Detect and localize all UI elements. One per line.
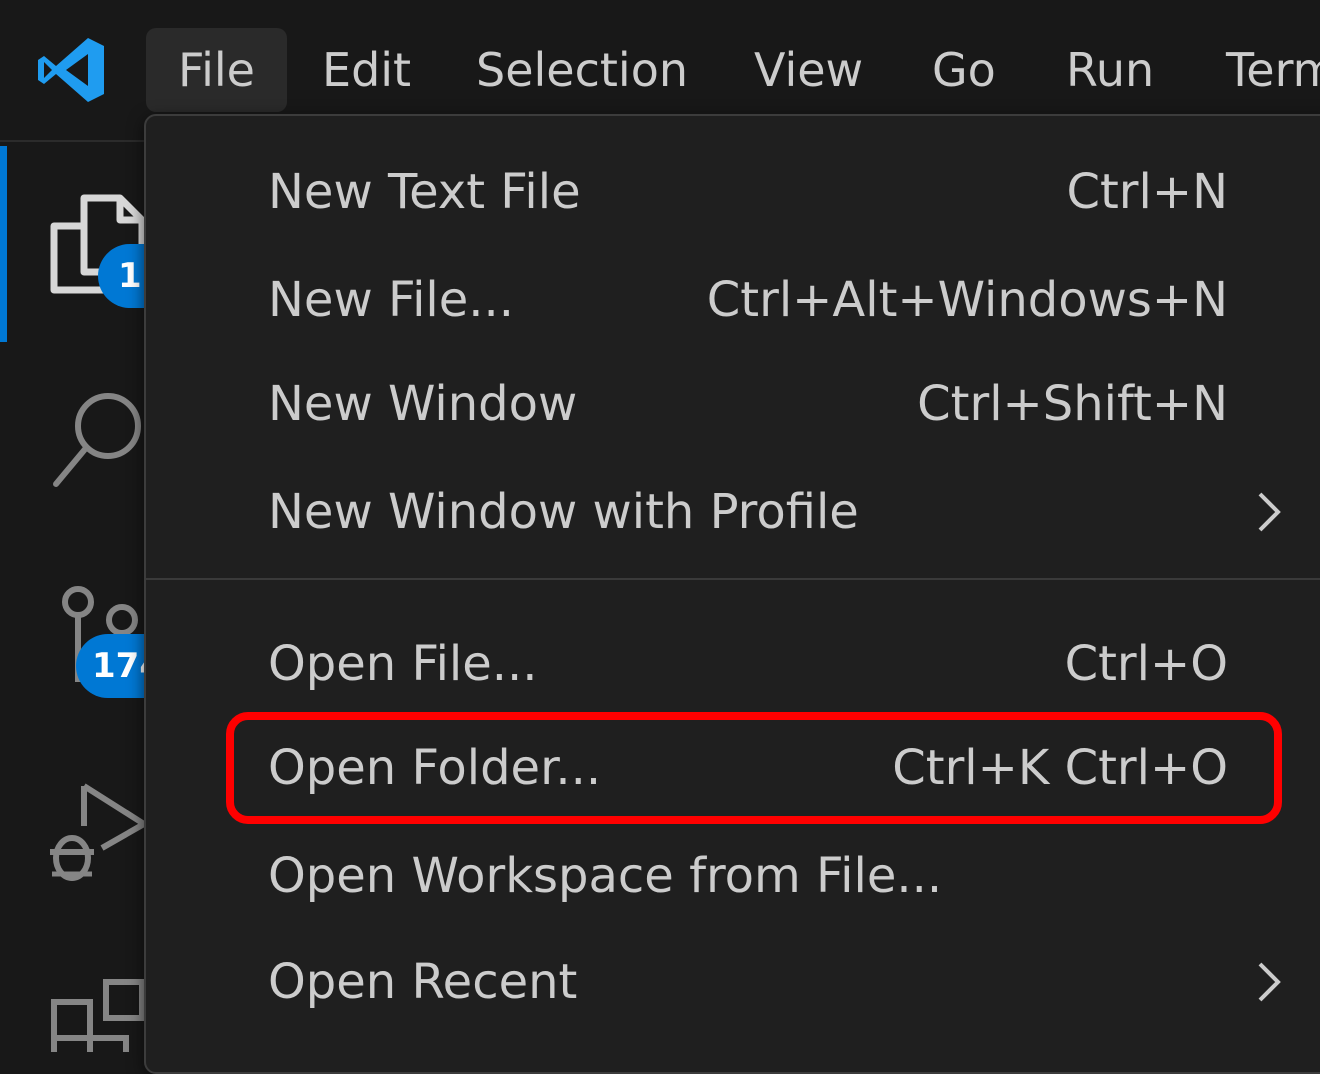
menu-view[interactable]: View xyxy=(722,28,895,112)
source-control-badge: 174 xyxy=(76,634,146,698)
menu-item-label: New File... xyxy=(268,272,515,328)
menu-item-new-window[interactable]: New Window Ctrl+Shift+N xyxy=(146,352,1320,456)
search-icon[interactable] xyxy=(50,388,146,488)
menu-item-shortcut: Ctrl+O xyxy=(1064,636,1228,692)
menu-item-new-file[interactable]: New File... Ctrl+Alt+Windows+N xyxy=(146,248,1320,352)
chevron-right-icon xyxy=(1258,962,1281,1002)
menu-item-label: New Window xyxy=(268,376,578,432)
active-indicator xyxy=(0,146,7,342)
menu-item-open-recent[interactable]: Open Recent xyxy=(146,930,1320,1034)
file-menu-dropdown: New Text File Ctrl+N New File... Ctrl+Al… xyxy=(144,114,1320,1074)
chevron-right-icon xyxy=(1258,492,1281,532)
menu-item-label: Open File... xyxy=(268,636,538,692)
menu-item-label: New Text File xyxy=(268,164,581,220)
menu-item-label: Open Recent xyxy=(268,954,578,1010)
menu-item-shortcut: Ctrl+N xyxy=(1066,164,1228,220)
menu-item-label: New Window with Profile xyxy=(268,484,859,540)
menu-file[interactable]: File xyxy=(146,28,287,112)
menu-run[interactable]: Run xyxy=(1034,28,1186,112)
menu-item-shortcut: Ctrl+Alt+Windows+N xyxy=(706,272,1228,328)
menu-item-label: Open Folder... xyxy=(268,740,602,796)
menu-item-new-window-with-profile[interactable]: New Window with Profile xyxy=(146,460,1320,564)
menu-separator xyxy=(146,578,1320,580)
menu-item-open-file[interactable]: Open File... Ctrl+O xyxy=(146,612,1320,716)
menu-item-open-folder[interactable]: Open Folder... Ctrl+K Ctrl+O xyxy=(146,716,1320,820)
menu-item-shortcut: Ctrl+Shift+N xyxy=(917,376,1228,432)
vscode-logo-icon[interactable] xyxy=(36,34,108,106)
menu-go[interactable]: Go xyxy=(900,28,1028,112)
menu-item-open-workspace-from-file[interactable]: Open Workspace from File... xyxy=(146,824,1320,928)
menu-item-label: Open Workspace from File... xyxy=(268,848,943,904)
menu-edit[interactable]: Edit xyxy=(290,28,443,112)
menu-selection[interactable]: Selection xyxy=(444,28,720,112)
menu-item-shortcut: Ctrl+K Ctrl+O xyxy=(892,740,1228,796)
menu-item-new-text-file[interactable]: New Text File Ctrl+N xyxy=(146,140,1320,244)
activity-bar: 1 174 xyxy=(0,142,146,1052)
run-debug-icon[interactable] xyxy=(46,782,146,892)
menu-terminal[interactable]: Term xyxy=(1194,28,1320,112)
extensions-icon[interactable] xyxy=(50,978,146,1052)
